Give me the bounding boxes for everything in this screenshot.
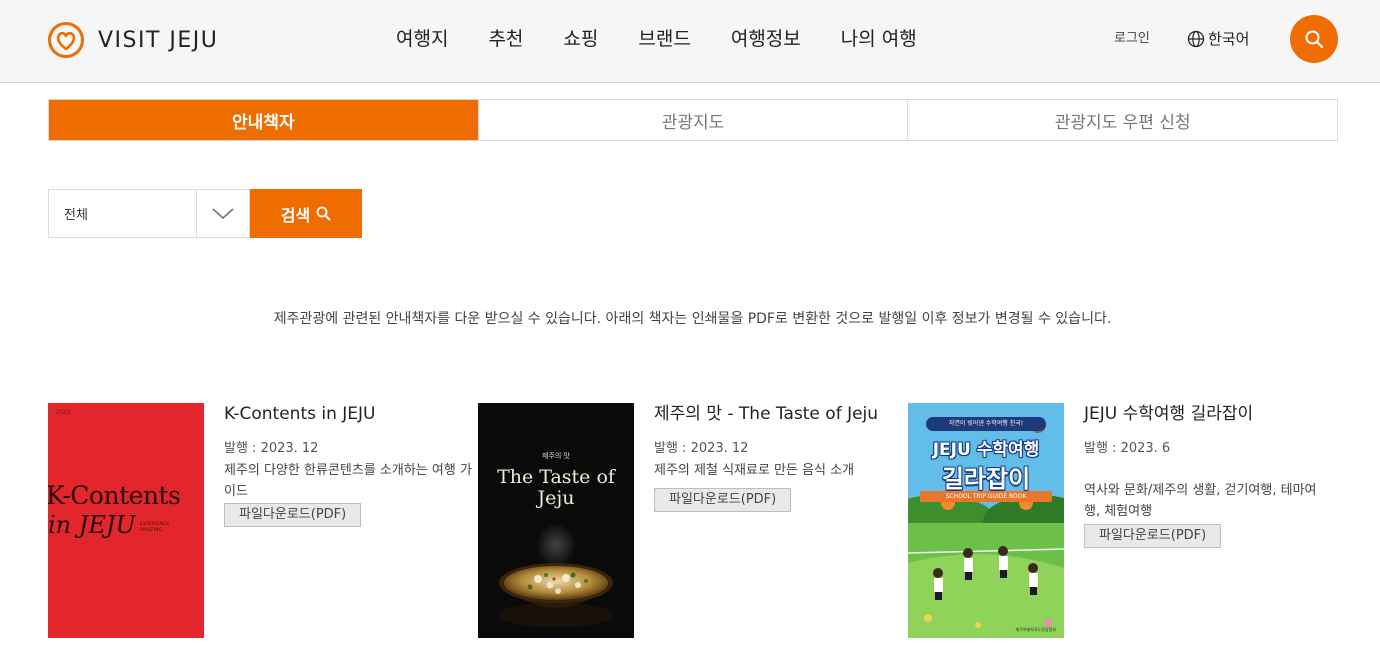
pdf-download-button[interactable]: 파일다운로드(PDF) (1084, 524, 1222, 548)
logo-text: VISIT JEJU (98, 27, 219, 53)
book-description: 제주의 다양한 한류콘텐츠를 소개하는 여행 가이드 (224, 463, 472, 499)
nav-item-travel-info[interactable]: 여행정보 (711, 24, 821, 54)
cover-subtitle: SCHOOL TRIP GUIDE BOOK (920, 491, 1052, 502)
cover-title-line2: in JEJU (48, 511, 136, 539)
food-bowl-illustration (498, 523, 614, 627)
nav-item-destinations[interactable]: 여행지 (376, 24, 468, 54)
search-button-label: 검색 (280, 205, 311, 225)
cover-title: The Taste of Jeju (478, 467, 634, 509)
book-title: K-Contents in JEJU (224, 404, 376, 424)
book-description: 제주의 제철 식재료로 만든 음식 소개 (654, 463, 855, 478)
jeju-heart-logo-icon (48, 22, 84, 58)
nav-item-my-trip[interactable]: 나의 여행 (821, 24, 937, 54)
category-select-value: 전체 (49, 190, 197, 237)
pdf-download-button[interactable]: 파일다운로드(PDF) (654, 488, 792, 512)
cover-banner: 자연이 빚어낸 수학여행 천국! (926, 417, 1046, 431)
cover-year: 2023 (55, 409, 71, 416)
cover-publisher: 제주특별자치도관광협회 (1015, 627, 1056, 632)
tab-guidebooks[interactable]: 안내책자 (49, 100, 478, 140)
nav-item-brand[interactable]: 브랜드 (618, 24, 710, 54)
book-cover-school-trip[interactable]: 자연이 빚어낸 수학여행 천국! JEJU 수학여행 길라잡이 SCHOOL T… (908, 403, 1064, 638)
chevron-down-icon (212, 207, 234, 219)
cover-title-line2: 길라잡이 (941, 465, 1031, 493)
cover-tagline: EXPERIENCE AMAZING (140, 521, 171, 532)
nav-item-recommend[interactable]: 추천 (468, 24, 543, 54)
book-date: 발행 : 2023. 6 (1084, 441, 1171, 456)
book-info: JEJU 수학여행 길라잡이 발행 : 2023. 6 역사와 문화/제주의 생… (1084, 403, 1332, 548)
book-info: K-Contents in JEJU 발행 : 2023. 12 제주의 다양한… (224, 403, 472, 527)
select-arrow (197, 190, 249, 237)
book-cover-taste-of-jeju[interactable]: 제주의 맛 The Taste of Jeju (478, 403, 634, 638)
guidebook-card: 2023 K-Contents in JEJU EXPERIENCE AMAZI… (48, 403, 478, 638)
cover-title-line2: Jeju (537, 487, 575, 509)
category-select[interactable]: 전체 (48, 189, 250, 238)
book-date: 발행 : 2023. 12 (224, 441, 319, 456)
cover-title-line1: JEJU 수학여행 (932, 440, 1040, 460)
guidebook-card: 자연이 빚어낸 수학여행 천국! JEJU 수학여행 길라잡이 SCHOOL T… (908, 403, 1338, 638)
nav-item-shopping[interactable]: 쇼핑 (543, 24, 618, 54)
download-notice: 제주관광에 관련된 안내책자를 다운 받으실 수 있습니다. 아래의 책자는 인… (273, 311, 1112, 327)
search-icon (316, 206, 331, 221)
tab-tour-maps[interactable]: 관광지도 (477, 100, 908, 140)
globe-icon (1187, 30, 1205, 48)
search-button[interactable]: 검색 (250, 189, 362, 238)
tab-map-mail-request[interactable]: 관광지도 우편 신청 (907, 100, 1338, 140)
site-header: VISIT JEJU 여행지 추천 쇼핑 브랜드 여행정보 나의 여행 로그인 … (0, 0, 1380, 83)
book-title: 제주의 맛 - The Taste of Jeju (654, 404, 879, 424)
search-icon (1305, 30, 1324, 49)
pdf-download-button[interactable]: 파일다운로드(PDF) (224, 503, 362, 527)
book-cover-k-contents[interactable]: 2023 K-Contents in JEJU EXPERIENCE AMAZI… (48, 403, 204, 638)
site-logo[interactable]: VISIT JEJU (47, 21, 218, 59)
header-search-button[interactable] (1290, 15, 1338, 63)
main-nav: 여행지 추천 쇼핑 브랜드 여행정보 나의 여행 (376, 24, 937, 54)
language-label: 한국어 (1208, 30, 1250, 48)
login-link[interactable]: 로그인 (1114, 29, 1150, 49)
cover-small-title: 제주의 맛 (542, 452, 570, 460)
cover-title-line1: The Taste of (497, 466, 615, 488)
cover-title-line1: K-Contents (48, 481, 181, 510)
book-title: JEJU 수학여행 길라잡이 (1084, 404, 1254, 424)
content-tabs: 안내책자 관광지도 관광지도 우편 신청 (48, 99, 1338, 141)
book-info: 제주의 맛 - The Taste of Jeju 발행 : 2023. 12 … (654, 403, 902, 512)
language-selector[interactable]: 한국어 (1187, 27, 1249, 51)
guidebook-card: 제주의 맛 The Taste of Jeju 제주의 맛 - The Tast… (478, 403, 908, 638)
search-filter: 전체 검색 (48, 189, 362, 238)
book-date: 발행 : 2023. 12 (654, 441, 749, 456)
book-description: 역사와 문화/제주의 생활, 걷기여행, 테마여행, 체험여행 (1084, 483, 1317, 519)
